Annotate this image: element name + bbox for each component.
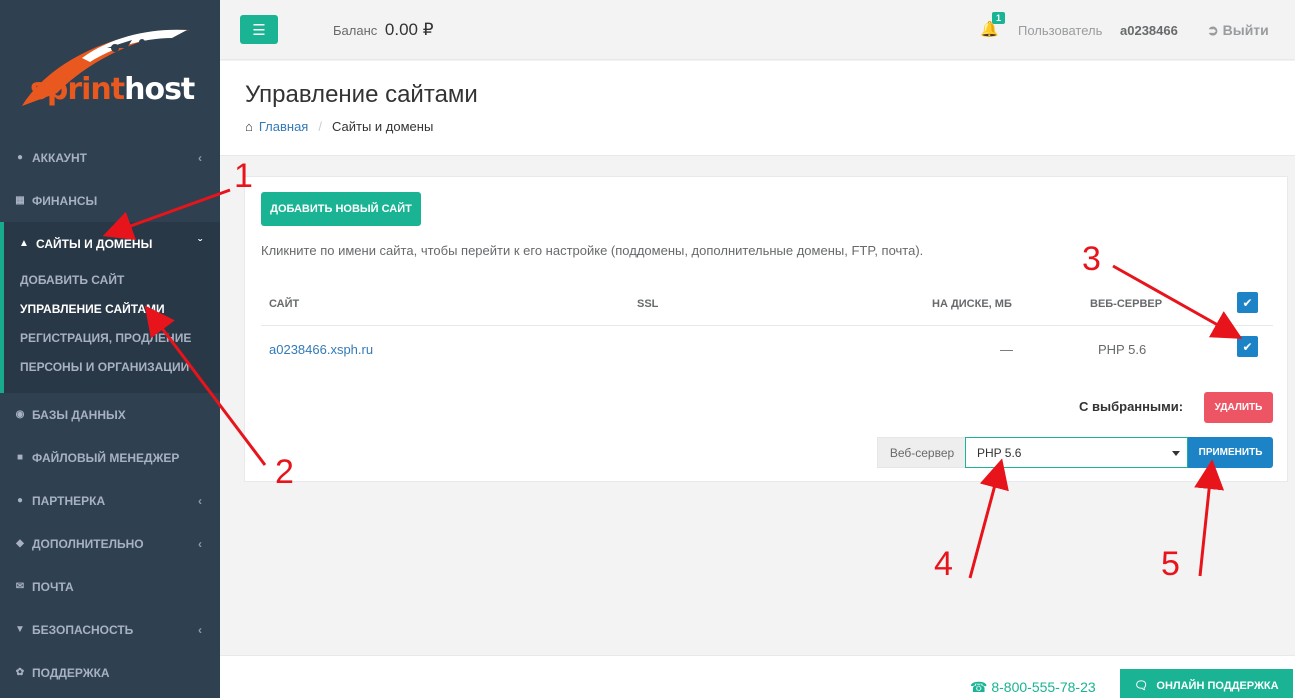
select-all-checkbox[interactable]: ✔: [1237, 292, 1258, 313]
sidebar-item-label: Сайты и домены: [36, 236, 153, 251]
page-heading: Управление сайтами ⌂ Главная / Сайты и д…: [220, 61, 1295, 156]
site-disk-usage: —: [1000, 342, 1013, 357]
sidebar-item-label: Дополнительно: [32, 536, 144, 551]
annotation-number-3: 3: [1082, 240, 1101, 278]
chevron-left-icon: ‹: [198, 536, 202, 551]
panel-hint: Кликните по имени сайта, чтобы перейти к…: [261, 243, 924, 258]
sidebar-subitem-add-site[interactable]: Добавить сайт: [4, 265, 220, 294]
breadcrumb: ⌂ Главная / Сайты и домены: [245, 119, 433, 134]
annotation-arrow-4: [968, 458, 1009, 579]
sitemap-icon: ▲: [19, 238, 29, 249]
column-header-disk: На диске, МБ: [932, 298, 1012, 310]
user-label: Пользователь: [1018, 23, 1103, 38]
leaf-icon: ✿: [15, 667, 25, 678]
logo-text-sprint: sprint: [30, 72, 125, 107]
webserver-select-value: PHP 5.6: [977, 445, 1022, 460]
sidebar-subitem-persons[interactable]: Персоны и организации: [4, 352, 220, 381]
sidebar-item-additional[interactable]: ◆ Дополнительно ‹: [0, 522, 220, 565]
sidebar-item-label: Файловый менеджер: [32, 450, 180, 465]
sidebar-item-sites-domains[interactable]: ▲ Сайты и домены ˇ: [4, 222, 220, 265]
breadcrumb-separator: /: [318, 119, 322, 134]
sidebar-item-label: Почта: [32, 579, 74, 594]
page-title: Управление сайтами: [245, 81, 478, 108]
bars-icon: ☰: [252, 21, 266, 39]
balance-value: 0.00 ₽: [384, 20, 434, 39]
menu-toggle-button[interactable]: ☰: [240, 15, 278, 44]
webserver-select[interactable]: PHP 5.6: [965, 437, 1188, 468]
phone-number: 8-800-555-78-23: [991, 679, 1096, 695]
envelope-icon: ✉: [15, 581, 25, 592]
user-name[interactable]: a0238466: [1120, 23, 1178, 38]
webserver-addon-label: Веб-сервер: [877, 437, 967, 468]
sites-panel: Добавить новый сайт Кликните по имени са…: [244, 176, 1288, 482]
column-header-ssl: SSL: [637, 298, 659, 310]
annotation-number-4: 4: [934, 545, 953, 583]
sidebar-item-security[interactable]: ▼ Безопасность ‹: [0, 608, 220, 651]
selected-label: С выбранными:: [1079, 399, 1184, 414]
sidebar-subitem-manage-sites[interactable]: Управление сайтами: [4, 294, 220, 323]
sidebar-item-label: Поддержка: [32, 665, 110, 680]
sidebar-item-label: Партнерка: [32, 493, 106, 508]
column-header-site: Сайт: [269, 298, 300, 310]
logo-text: sprinthost: [30, 72, 195, 107]
site-webserver: PHP 5.6: [1098, 342, 1147, 357]
online-support-button[interactable]: 🗨 Онлайн поддержка: [1120, 669, 1293, 698]
sidebar-item-label: Аккаунт: [32, 150, 87, 165]
folder-icon: ■: [16, 452, 24, 463]
breadcrumb-current: Сайты и домены: [331, 119, 434, 134]
delete-button[interactable]: Удалить: [1204, 392, 1273, 423]
logout-label: Выйти: [1222, 22, 1269, 38]
chat-icon: 🗨: [1134, 680, 1149, 692]
chevron-left-icon: ‹: [198, 493, 202, 508]
sidebar-item-support[interactable]: ✿ Поддержка: [0, 651, 220, 694]
annotation-arrow-5: [1194, 459, 1225, 577]
apply-button[interactable]: Применить: [1188, 437, 1273, 468]
phone-icon: ☎: [970, 679, 988, 695]
sidebar-item-account[interactable]: ● Аккаунт ‹: [0, 136, 220, 179]
notification-badge: 1: [992, 12, 1006, 24]
user-icon: ●: [16, 152, 24, 163]
home-icon: ⌂: [245, 119, 253, 134]
balance-label: Баланс: [333, 23, 378, 38]
sign-out-icon: ➲: [1207, 22, 1219, 38]
sidebar-item-file-manager[interactable]: ■ Файловый менеджер: [0, 436, 220, 479]
users-icon: ●: [16, 495, 24, 506]
table-divider: [261, 325, 1273, 326]
support-phone[interactable]: ☎ 8-800-555-78-23: [970, 679, 1096, 696]
sidebar-subitem-registration[interactable]: Регистрация, продление: [4, 323, 220, 352]
chevron-left-icon: ‹: [198, 150, 202, 165]
sidebar-item-partners[interactable]: ● Партнерка ‹: [0, 479, 220, 522]
footer: ☎ 8-800-555-78-23 🗨 Онлайн поддержка: [220, 655, 1295, 698]
annotation-number-5: 5: [1161, 545, 1180, 583]
sidebar-submenu: Добавить сайт Управление сайтами Регистр…: [4, 265, 220, 393]
sidebar-group-sites: ▲ Сайты и домены ˇ Добавить сайт Управле…: [0, 222, 220, 393]
caret-down-icon: [1172, 451, 1180, 456]
sidebar-item-finance[interactable]: ▦ Финансы: [0, 179, 220, 222]
breadcrumb-home-link[interactable]: Главная: [259, 119, 308, 134]
logo-text-host: host: [124, 72, 195, 107]
site-link[interactable]: a0238466.xsph.ru: [269, 342, 373, 357]
chevron-left-icon: ‹: [198, 622, 202, 637]
sidebar-item-label: Безопасность: [32, 622, 134, 637]
sidebar-item-label: Финансы: [32, 193, 98, 208]
row-checkbox[interactable]: ✔: [1237, 336, 1258, 357]
database-icon: ◉: [15, 409, 25, 420]
annotation-number-2: 2: [275, 453, 294, 491]
sidebar-item-label: Базы данных: [32, 407, 126, 422]
chevron-down-icon: ˇ: [198, 236, 202, 251]
annotation-number-1: 1: [234, 157, 253, 195]
column-header-webserver: Веб-сервер: [1090, 298, 1163, 310]
calculator-icon: ▦: [15, 195, 25, 206]
add-site-button[interactable]: Добавить новый сайт: [261, 192, 421, 226]
online-support-label: Онлайн поддержка: [1156, 679, 1279, 692]
cubes-icon: ◆: [16, 538, 24, 549]
sidebar: sprinthost ● Аккаунт ‹ ▦ Финансы ▲ Сайты…: [0, 0, 220, 698]
logout-button[interactable]: ➲ Выйти: [1207, 22, 1269, 39]
shield-icon: ▼: [15, 624, 25, 635]
sidebar-item-mail[interactable]: ✉ Почта: [0, 565, 220, 608]
sidebar-nav: ● Аккаунт ‹ ▦ Финансы ▲ Сайты и домены ˇ…: [0, 136, 220, 694]
sidebar-item-databases[interactable]: ◉ Базы данных: [0, 393, 220, 436]
topbar: ☰ Баланс 0.00 ₽ 🔔 1 Пользователь a023846…: [220, 0, 1295, 60]
balance: Баланс 0.00 ₽: [333, 20, 434, 40]
